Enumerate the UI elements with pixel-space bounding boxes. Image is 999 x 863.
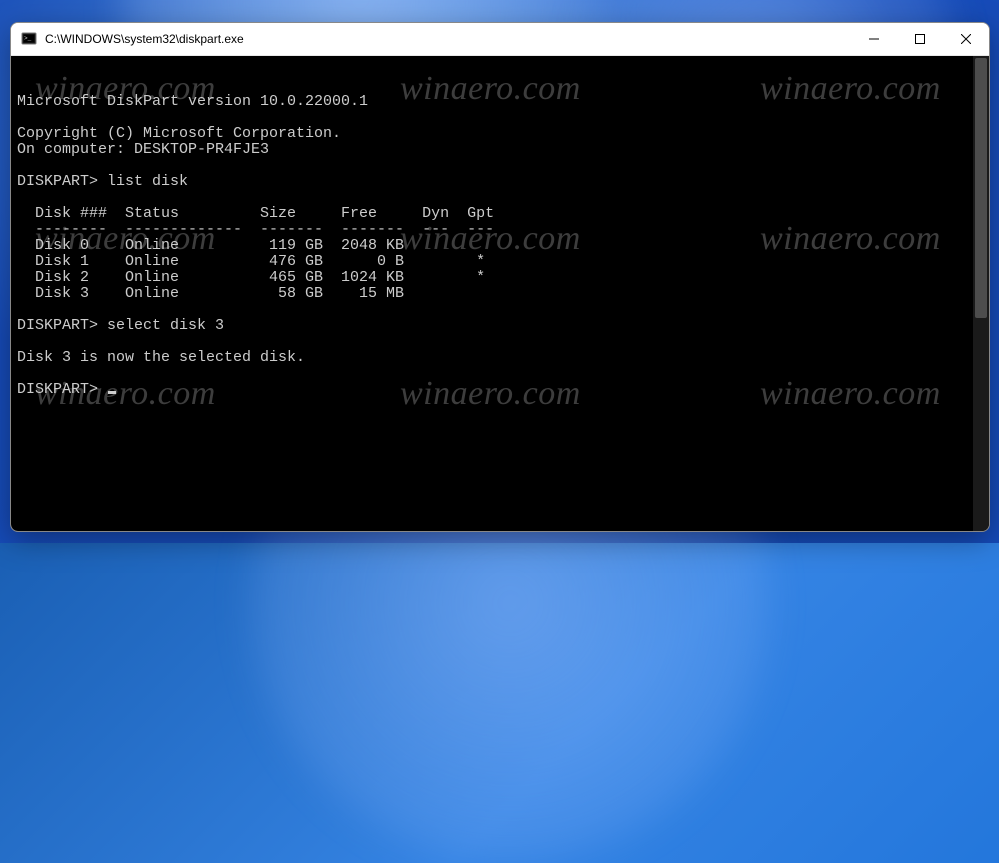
minimize-button[interactable]: [851, 23, 897, 55]
terminal-area[interactable]: Microsoft DiskPart version 10.0.22000.1 …: [11, 56, 989, 531]
cursor: [108, 391, 116, 394]
window-title: C:\WINDOWS\system32\diskpart.exe: [45, 32, 851, 46]
close-button[interactable]: [943, 23, 989, 55]
app-icon: >_: [21, 31, 37, 47]
svg-text:>_: >_: [24, 35, 32, 42]
window-controls: [851, 23, 989, 55]
maximize-button[interactable]: [897, 23, 943, 55]
diskpart-window: >_ C:\WINDOWS\system32\diskpart.exe Micr…: [10, 22, 990, 532]
terminal-output: Microsoft DiskPart version 10.0.22000.1 …: [17, 94, 989, 398]
titlebar[interactable]: >_ C:\WINDOWS\system32\diskpart.exe: [11, 23, 989, 56]
